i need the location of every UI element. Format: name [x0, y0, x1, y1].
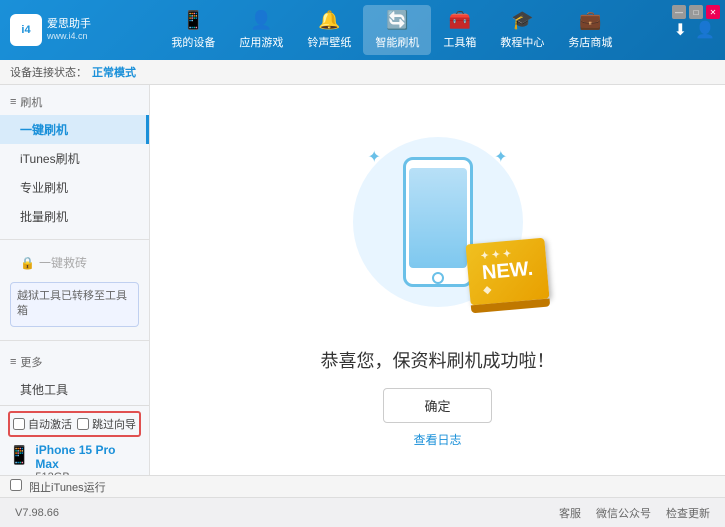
header-right: ⬇ 👤 [674, 20, 715, 40]
sidebar-more-section: ≡ 更多 其他工具 下载固件 高级功能 [0, 345, 149, 405]
success-message: 恭喜您，保资料刷机成功啦！ [321, 347, 555, 373]
sidebar-divider-1 [0, 239, 149, 240]
connection-status: 正常模式 [92, 64, 136, 80]
sidebar-item-pro-flash[interactable]: 专业刷机 [0, 173, 149, 202]
sidebar-flash-section: ≡ 刷机 一键刷机 iTunes刷机 专业刷机 批量刷机 [0, 85, 149, 235]
auto-activate-input[interactable] [13, 418, 25, 430]
logo-text: 爱思助手 www.i4.cn [47, 17, 91, 43]
user-icon[interactable]: 👤 [695, 20, 715, 40]
device-name: iPhone 15 Pro Max [35, 443, 141, 471]
phone-home-button [432, 272, 444, 284]
header: i4 爱思助手 www.i4.cn 📱 我的设备 👤 应用游戏 🔔 铃声壁纸 🔄 [0, 0, 725, 60]
version-label: V7.98.66 [15, 507, 59, 519]
phone-illustration: ✦ ✦ ✦ ✦ ✦ NEW. ◆ [338, 112, 538, 332]
bottom-right: 客服 微信公众号 检查更新 [559, 505, 710, 521]
nav-bar: 📱 我的设备 👤 应用游戏 🔔 铃声壁纸 🔄 智能刷机 🧰 工具箱 🎓 [110, 5, 674, 55]
sidebar-item-other-tools[interactable]: 其他工具 [0, 375, 149, 404]
maximize-button[interactable]: □ [689, 5, 703, 19]
nav-app-games[interactable]: 👤 应用游戏 [227, 5, 295, 55]
window-controls: — □ ✕ [672, 5, 720, 19]
flash-group-header: ≡ 刷机 [0, 89, 149, 115]
itunes-bar: 阻止iTunes运行 [0, 475, 725, 497]
nav-device-icon: 📱 [182, 10, 204, 31]
close-button[interactable]: ✕ [706, 5, 720, 19]
feedback-link[interactable]: 客服 [559, 505, 581, 521]
minimize-button[interactable]: — [672, 5, 686, 19]
logo: i4 爱思助手 www.i4.cn [10, 14, 110, 46]
main-content: ✦ ✦ ✦ ✦ ✦ NEW. ◆ 恭喜您，保资料刷机成功啦！ 确定 查 [150, 85, 725, 475]
new-badge: ✦ ✦ ✦ NEW. ◆ [466, 238, 550, 306]
nav-tutorial[interactable]: 🎓 教程中心 [488, 5, 556, 55]
nav-service-icon: 💼 [579, 10, 601, 31]
flash-section-icon: ≡ [10, 96, 16, 108]
nav-ringtone-icon: 🔔 [318, 10, 340, 31]
more-group-header: ≡ 更多 [0, 349, 149, 375]
auto-activate-checkbox[interactable]: 自动激活 [13, 416, 72, 432]
nav-ringtones[interactable]: 🔔 铃声壁纸 [295, 5, 363, 55]
rescue-notice: 越狱工具已转移至工具箱 [10, 282, 139, 327]
sidebar-item-one-key-flash[interactable]: 一键刷机 [0, 115, 149, 144]
skip-guide-checkbox[interactable]: 跳过向导 [77, 416, 136, 432]
nav-smart-flash[interactable]: 🔄 智能刷机 [363, 5, 431, 55]
sparkle-top-right: ✦ [494, 147, 507, 167]
wechat-link[interactable]: 微信公众号 [596, 505, 651, 521]
bottom-left: V7.98.66 [15, 507, 59, 519]
more-section-icon: ≡ [10, 356, 16, 368]
nav-toolbox-icon: 🧰 [449, 10, 471, 31]
lock-icon: 🔒 [20, 256, 35, 270]
nav-tutorial-icon: 🎓 [511, 10, 533, 31]
sidebar-scroll: ≡ 刷机 一键刷机 iTunes刷机 专业刷机 批量刷机 [0, 85, 149, 405]
body-area: ≡ 刷机 一键刷机 iTunes刷机 专业刷机 批量刷机 [0, 85, 725, 475]
skip-guide-input[interactable] [77, 418, 89, 430]
phone-screen [409, 168, 467, 268]
sidebar: ≡ 刷机 一键刷机 iTunes刷机 专业刷机 批量刷机 [0, 85, 150, 475]
sidebar-item-itunes-flash[interactable]: iTunes刷机 [0, 144, 149, 173]
itunes-block-label[interactable]: 阻止iTunes运行 [10, 479, 106, 495]
nav-my-device[interactable]: 📱 我的设备 [159, 5, 227, 55]
app-container: i4 爱思助手 www.i4.cn 📱 我的设备 👤 应用游戏 🔔 铃声壁纸 🔄 [0, 0, 725, 527]
nav-service[interactable]: 💼 务店商城 [556, 5, 624, 55]
device-info: 📱 iPhone 15 Pro Max 512GB iPhone [8, 443, 141, 475]
bottom-bar: V7.98.66 客服 微信公众号 检查更新 [0, 497, 725, 527]
itunes-block-checkbox[interactable] [10, 479, 22, 491]
device-phone-icon: 📱 [8, 445, 30, 466]
confirm-button[interactable]: 确定 [383, 388, 491, 423]
sidebar-divider-2 [0, 340, 149, 341]
sidebar-item-batch-flash[interactable]: 批量刷机 [0, 202, 149, 231]
one-key-rescue-label: 🔒 一键救砖 [0, 248, 149, 277]
sparkle-top-left: ✦ [368, 147, 381, 167]
nav-toolbox[interactable]: 🧰 工具箱 [431, 5, 488, 55]
phone-body [403, 157, 473, 287]
device-details: iPhone 15 Pro Max 512GB iPhone [35, 443, 141, 475]
download-icon[interactable]: ⬇ [674, 20, 687, 40]
subheader: 设备连接状态： 正常模式 [0, 60, 725, 85]
check-update-link[interactable]: 检查更新 [666, 505, 710, 521]
device-panel: 自动激活 跳过向导 📱 iPhone 15 Pro Max 512GB iPho… [0, 405, 149, 475]
logo-icon: i4 [10, 14, 42, 46]
nav-appgames-icon: 👤 [250, 10, 272, 31]
device-checkboxes: 自动激活 跳过向导 [8, 411, 141, 437]
nav-flash-icon: 🔄 [386, 10, 408, 31]
sidebar-rescue-section: 🔒 一键救砖 越狱工具已转移至工具箱 [0, 244, 149, 336]
view-log-link[interactable]: 查看日志 [413, 431, 461, 448]
